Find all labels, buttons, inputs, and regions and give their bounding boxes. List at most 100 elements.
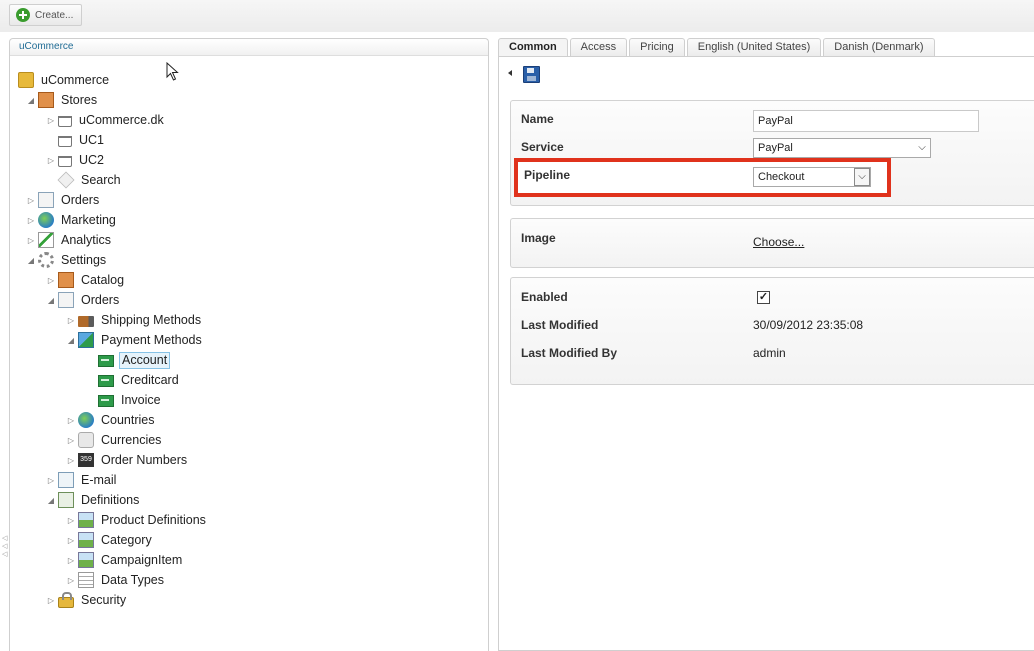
expand-arrow-icon[interactable]: ▷ bbox=[66, 315, 76, 325]
tree-node-uc1[interactable]: UC1 bbox=[46, 130, 106, 150]
collapse-arrow-icon[interactable]: ◢ bbox=[26, 255, 36, 265]
tree-node-search[interactable]: Search bbox=[46, 170, 123, 190]
tab-content: Name Service PayPal ⌵ Pipeline Checkout … bbox=[498, 56, 1034, 651]
expand-arrow-icon[interactable]: ▷ bbox=[26, 195, 36, 205]
tree-node-email[interactable]: ▷ E-mail bbox=[46, 470, 118, 490]
tree-node-order-numbers[interactable]: ▷ 359 Order Numbers bbox=[66, 450, 189, 470]
tree-node-label: Shipping Methods bbox=[101, 313, 202, 327]
tree-node-data-types[interactable]: ▷ Data Types bbox=[66, 570, 166, 590]
data-types-table-icon bbox=[78, 572, 94, 588]
payment-card-icon bbox=[98, 375, 114, 387]
tree-node-label: uCommerce.dk bbox=[79, 113, 164, 127]
collapse-arrow-icon[interactable]: ◢ bbox=[26, 95, 36, 105]
tree-node-stores[interactable]: ◢ Stores bbox=[26, 90, 99, 110]
tree-panel: uCommerce uCommerce ◢ Stores ▷ uCommerce… bbox=[9, 38, 489, 651]
expand-arrow-icon[interactable]: ▷ bbox=[26, 235, 36, 245]
panel-splitter-handle[interactable]: ◁ ◁ ◁ bbox=[2, 535, 7, 559]
expand-arrow-icon[interactable]: ▷ bbox=[66, 415, 76, 425]
cart-icon bbox=[58, 115, 72, 127]
pipeline-select[interactable]: Checkout ⌵ bbox=[753, 167, 871, 187]
tab-danish-denmark[interactable]: Danish (Denmark) bbox=[823, 38, 935, 56]
plus-icon bbox=[16, 8, 30, 22]
expand-arrow-icon[interactable]: ▷ bbox=[26, 215, 36, 225]
tree-node-ucommerce-dk[interactable]: ▷ uCommerce.dk bbox=[46, 110, 166, 130]
folder-icon bbox=[18, 72, 34, 88]
expand-arrow-icon[interactable]: ▷ bbox=[66, 455, 76, 465]
tab-common[interactable]: Common bbox=[498, 38, 568, 57]
service-label: Service bbox=[521, 140, 564, 154]
expand-arrow-icon[interactable]: ▷ bbox=[66, 435, 76, 445]
tree-node-uc2[interactable]: ▷ UC2 bbox=[46, 150, 106, 170]
tree-node-catalog[interactable]: ▷ Catalog bbox=[46, 270, 126, 290]
tree-node-label: Definitions bbox=[81, 493, 140, 507]
tab-access[interactable]: Access bbox=[569, 38, 628, 56]
tab-pricing[interactable]: Pricing bbox=[629, 38, 685, 56]
catalog-box-icon bbox=[58, 272, 74, 288]
tree-node-label: Search bbox=[81, 173, 121, 187]
expand-arrow-icon[interactable]: ▷ bbox=[46, 275, 56, 285]
collapse-arrow-icon[interactable]: ◢ bbox=[46, 295, 56, 305]
choose-image-link[interactable]: Choose... bbox=[753, 235, 804, 249]
lock-icon bbox=[58, 591, 74, 608]
expand-arrow-icon[interactable]: ▷ bbox=[46, 475, 56, 485]
tree-node-marketing[interactable]: ▷ Marketing bbox=[26, 210, 118, 230]
tree-node-label: Orders bbox=[81, 293, 120, 307]
general-section: Name Service PayPal ⌵ Pipeline Checkout … bbox=[510, 100, 1034, 206]
tree-node-settings[interactable]: ◢ Settings bbox=[26, 250, 108, 270]
tree-node-account[interactable]: Account bbox=[86, 350, 171, 370]
tree-node-category[interactable]: ▷ Category bbox=[66, 530, 154, 550]
collapse-left-icon[interactable] bbox=[508, 70, 512, 76]
collapse-arrow-icon[interactable]: ◢ bbox=[66, 335, 76, 345]
payment-methods-icon bbox=[78, 332, 94, 348]
tree-node-payment-methods[interactable]: ◢ Payment Methods bbox=[66, 330, 204, 350]
enabled-label: Enabled bbox=[521, 290, 568, 304]
tree-node-analytics[interactable]: ▷ Analytics bbox=[26, 230, 113, 250]
tree-node-campaignitem[interactable]: ▷ CampaignItem bbox=[66, 550, 184, 570]
chevron-down-icon: ⌵ bbox=[854, 168, 870, 186]
store-box-icon bbox=[38, 92, 54, 108]
collapse-arrow-icon[interactable]: ◢ bbox=[46, 495, 56, 505]
pipeline-selected-value: Checkout bbox=[758, 171, 805, 183]
create-button[interactable]: Create... bbox=[9, 4, 83, 26]
save-icon[interactable] bbox=[523, 66, 540, 83]
last-modified-by-label: Last Modified By bbox=[521, 346, 618, 360]
expand-arrow-icon[interactable]: ▷ bbox=[46, 155, 56, 165]
tree-node-countries[interactable]: ▷ Countries bbox=[66, 410, 157, 430]
tree-node-creditcard[interactable]: Creditcard bbox=[86, 370, 181, 390]
last-modified-by-value: admin bbox=[753, 346, 786, 360]
service-select[interactable]: PayPal ⌵ bbox=[753, 138, 931, 158]
analytics-chart-icon bbox=[38, 232, 54, 248]
definitions-icon bbox=[58, 492, 74, 508]
tree-node-label: Countries bbox=[101, 413, 155, 427]
cart-icon bbox=[58, 135, 72, 147]
expand-arrow-icon[interactable]: ▷ bbox=[46, 115, 56, 125]
tree-node-ucommerce[interactable]: uCommerce bbox=[18, 70, 111, 90]
tree-node-label: Currencies bbox=[101, 433, 162, 447]
tree-node-settings-orders[interactable]: ◢ Orders bbox=[46, 290, 121, 310]
tree-node-label: Settings bbox=[61, 253, 107, 267]
expand-arrow-icon[interactable]: ▷ bbox=[66, 535, 76, 545]
pipeline-highlight-box: Pipeline Checkout ⌵ bbox=[514, 158, 891, 197]
tree-node-invoice[interactable]: Invoice bbox=[86, 390, 163, 410]
expand-arrow-icon[interactable]: ▷ bbox=[66, 515, 76, 525]
expand-arrow-icon[interactable]: ▷ bbox=[66, 575, 76, 585]
tree-node-currencies[interactable]: ▷ Currencies bbox=[66, 430, 163, 450]
name-field[interactable] bbox=[753, 110, 979, 132]
tree-node-label: Order Numbers bbox=[101, 453, 188, 467]
enabled-checkbox[interactable]: ✓ bbox=[757, 291, 770, 304]
expand-arrow-icon[interactable]: ▷ bbox=[46, 595, 56, 605]
tree-node-product-definitions[interactable]: ▷ Product Definitions bbox=[66, 510, 208, 530]
tree-node-label: uCommerce bbox=[41, 73, 110, 87]
tree-node-orders[interactable]: ▷ Orders bbox=[26, 190, 101, 210]
tree-node-security[interactable]: ▷ Security bbox=[46, 590, 128, 610]
definition-image-icon bbox=[78, 532, 94, 548]
service-selected-value: PayPal bbox=[758, 142, 793, 154]
tree-node-label: Stores bbox=[61, 93, 98, 107]
tree-node-label: Product Definitions bbox=[101, 513, 206, 527]
tree-node-shipping-methods[interactable]: ▷ Shipping Methods bbox=[66, 310, 203, 330]
tree-node-definitions[interactable]: ◢ Definitions bbox=[46, 490, 141, 510]
top-toolbar: Create... bbox=[0, 0, 1034, 32]
expand-arrow-icon[interactable]: ▷ bbox=[66, 555, 76, 565]
tab-english-united-states[interactable]: English (United States) bbox=[686, 38, 822, 56]
currency-icon bbox=[78, 432, 94, 448]
